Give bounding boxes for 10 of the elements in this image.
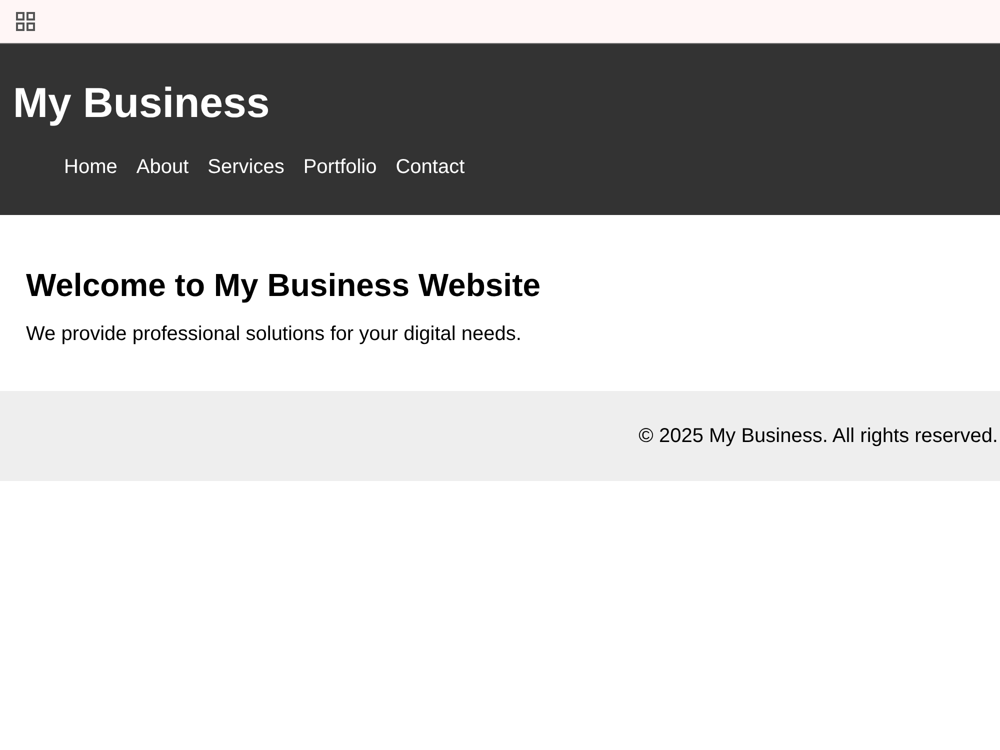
nav-link[interactable]: Home [64, 155, 118, 179]
site-title: My Business [13, 82, 271, 124]
grid-icon[interactable] [16, 12, 35, 31]
welcome-text: We provide professional solutions for your digital needs. [26, 322, 522, 346]
copyright-text: © 2025 My Business. All rights reserved. [638, 424, 998, 448]
nav-link[interactable]: Portfolio [303, 155, 377, 179]
welcome-heading: Welcome to My Business Website [26, 266, 542, 304]
nav-link[interactable]: About [136, 155, 189, 179]
nav-link[interactable]: Contact [396, 155, 465, 179]
nav-link[interactable]: Services [208, 155, 284, 179]
